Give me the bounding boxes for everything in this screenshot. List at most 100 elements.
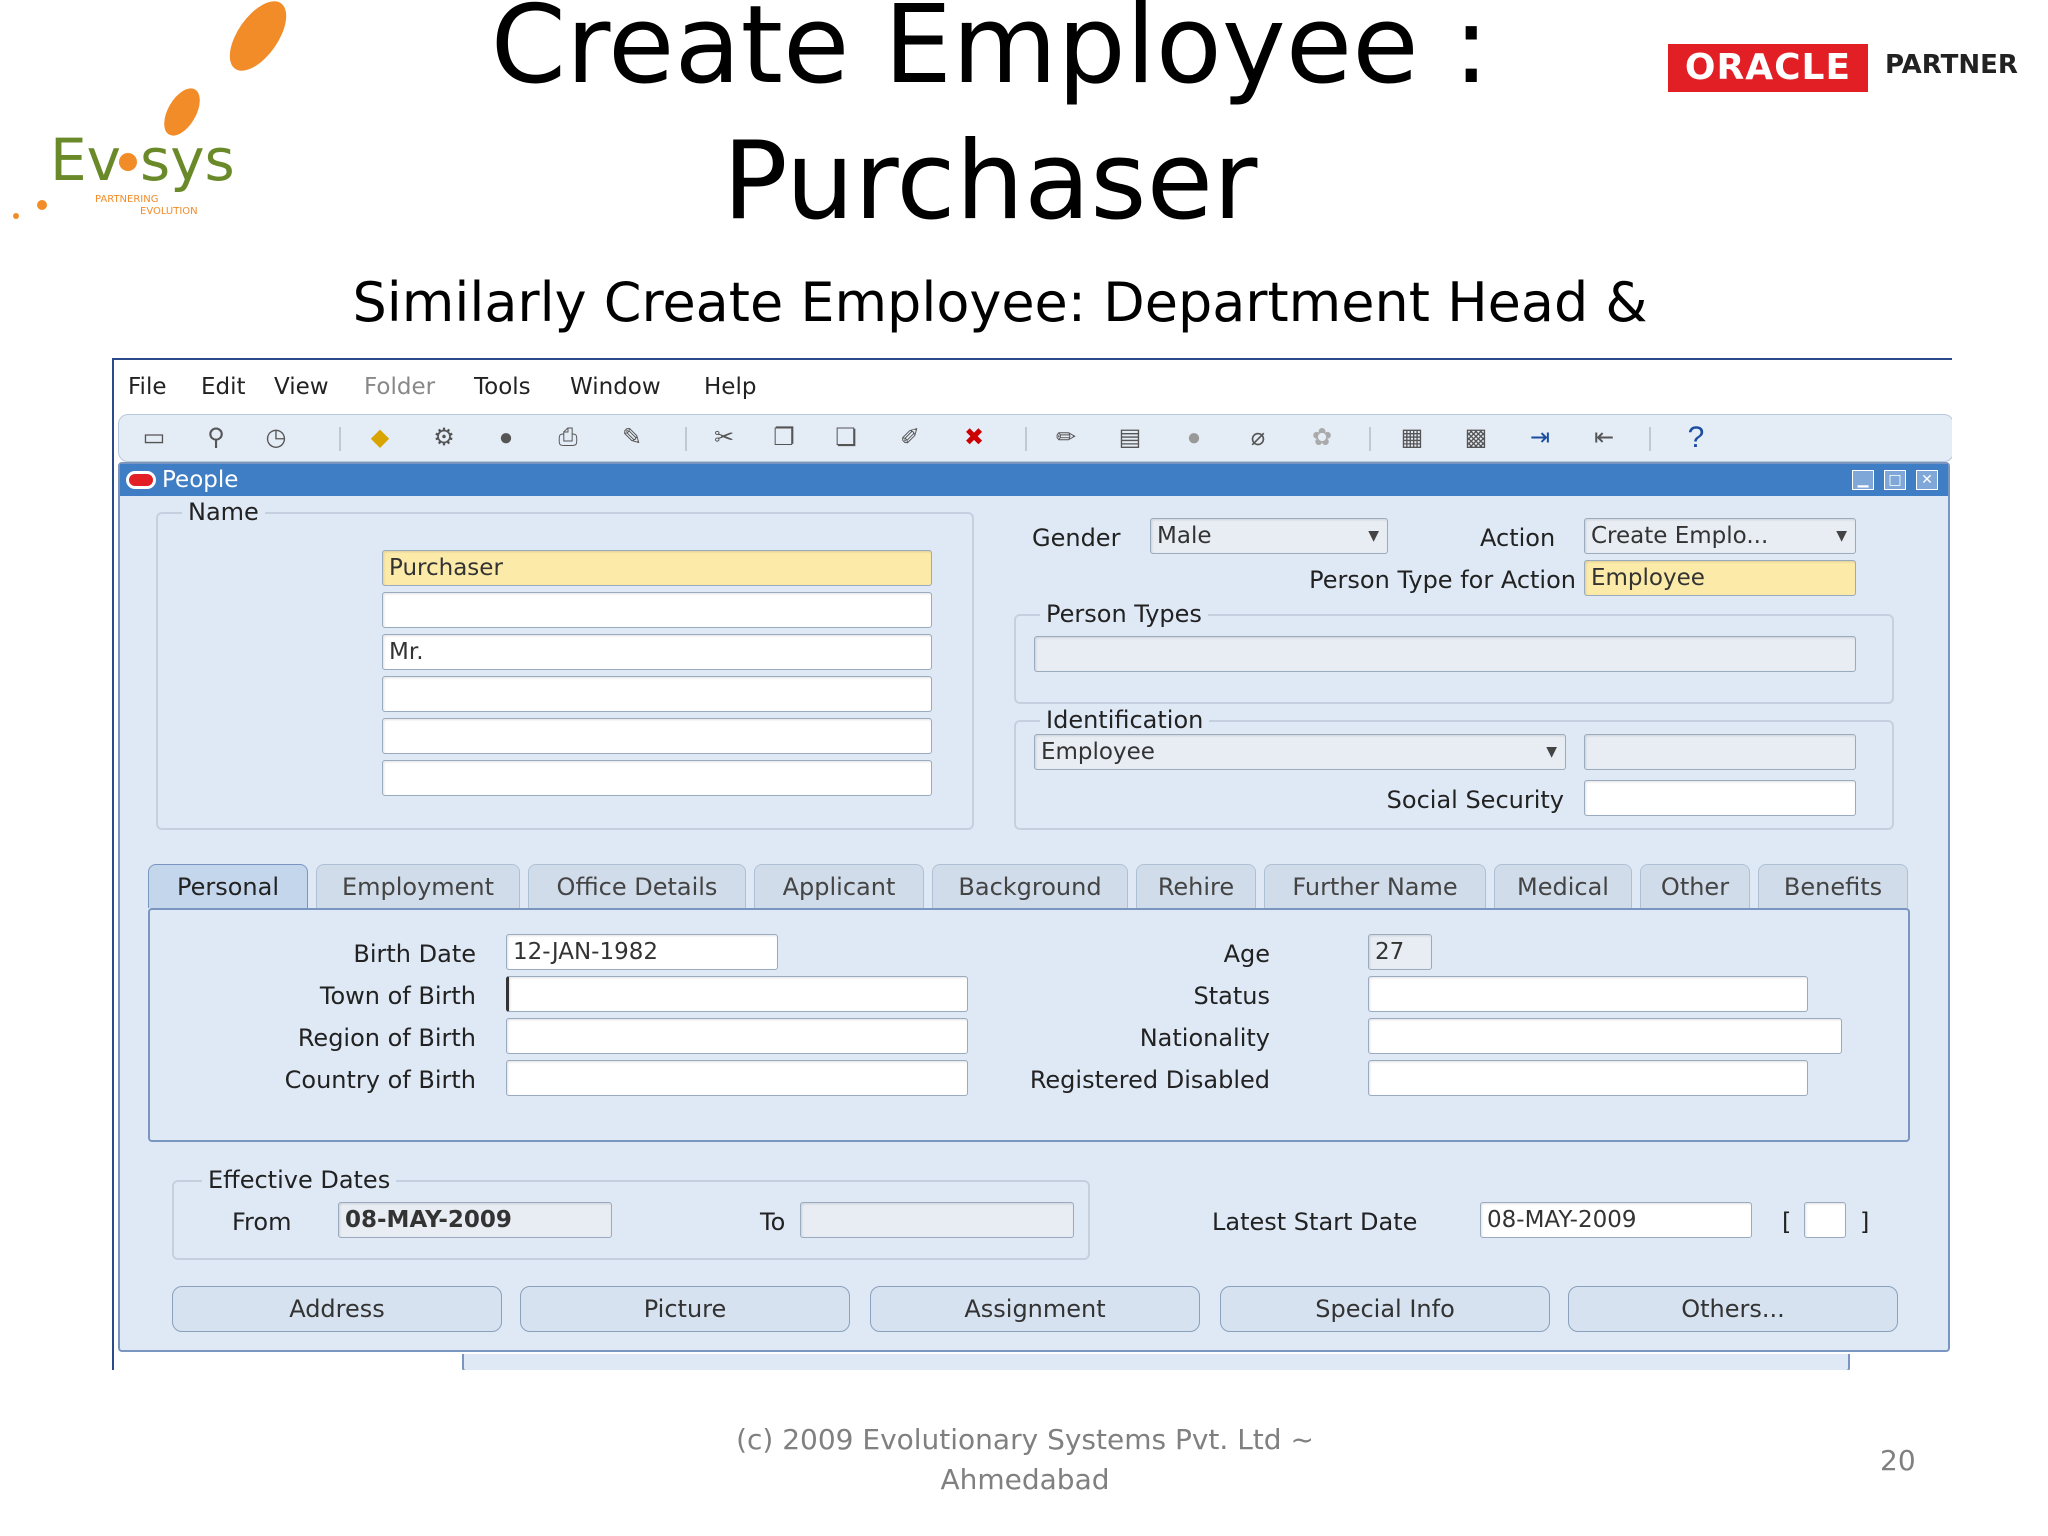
- slide-footer: (c) 2009 Evolutionary Systems Pvt. Ltd ~…: [700, 1420, 1350, 1500]
- attachments-icon[interactable]: ⌀: [1241, 423, 1275, 453]
- calendar-list-icon[interactable]: ▩: [1459, 423, 1493, 453]
- region-of-birth-label: Region of Birth: [297, 1024, 476, 1052]
- switch-responsibility-icon[interactable]: ●: [489, 423, 523, 453]
- page-number: 20: [1880, 1444, 1916, 1477]
- copy-icon[interactable]: ❐: [767, 423, 801, 453]
- find-icon[interactable]: ⚲: [199, 423, 233, 453]
- others-button[interactable]: Others...: [1568, 1286, 1898, 1332]
- to-date-field[interactable]: [800, 1202, 1074, 1238]
- employee-number-field[interactable]: [1584, 734, 1856, 770]
- latest-start-date-field[interactable]: 08-MAY-2009: [1480, 1202, 1752, 1238]
- tab-benefits[interactable]: Benefits: [1758, 864, 1908, 908]
- assignment-button[interactable]: Assignment: [870, 1286, 1200, 1332]
- minimize-icon[interactable]: ▁: [1852, 470, 1874, 490]
- new-record-icon[interactable]: ▭: [137, 423, 171, 453]
- menu-view[interactable]: View: [274, 374, 329, 400]
- menu-help[interactable]: Help: [704, 374, 756, 400]
- gender-label: Gender: [1032, 524, 1121, 552]
- special-info-button[interactable]: Special Info: [1220, 1286, 1550, 1332]
- tab-applicant[interactable]: Applicant: [754, 864, 924, 908]
- flexfield[interactable]: [1804, 1202, 1846, 1238]
- tab-employment[interactable]: Employment: [316, 864, 520, 908]
- close-form-icon[interactable]: ✎: [615, 423, 649, 453]
- tab-personal[interactable]: Personal: [148, 864, 308, 908]
- action-label: Action: [1480, 524, 1556, 552]
- navigator-icon[interactable]: ◷: [259, 423, 293, 453]
- region-of-birth-field[interactable]: [506, 1018, 968, 1054]
- maximize-icon[interactable]: □: [1884, 470, 1906, 490]
- edit-field-icon[interactable]: ✏: [1049, 423, 1083, 453]
- paste-icon[interactable]: ❏: [829, 423, 863, 453]
- picture-button[interactable]: Picture: [520, 1286, 850, 1332]
- identification-select[interactable]: Employee ▼: [1034, 734, 1566, 770]
- close-icon[interactable]: ✕: [1916, 470, 1938, 490]
- country-of-birth-field[interactable]: [506, 1060, 968, 1096]
- delete-record-icon[interactable]: ✖: [957, 423, 991, 453]
- identification-value: Employee: [1041, 739, 1155, 765]
- folder-tools-icon[interactable]: ✿: [1305, 423, 1339, 453]
- registered-disabled-field[interactable]: [1368, 1060, 1808, 1096]
- slide-title-line1: Create Employee :: [490, 0, 1490, 108]
- next-step-icon[interactable]: ⚙: [427, 423, 461, 453]
- nationality-label: Nationality: [1139, 1024, 1270, 1052]
- toolbar: ▭ ⚲ ◷ ◆ ⚙ ● ⎙ ✎ ✂ ❐ ❏ ✐ ✖ ✏ ▤ ● ⌀ ✿ ▦ ▩ …: [118, 414, 1952, 462]
- menu-folder[interactable]: Folder: [364, 374, 435, 400]
- menu-file[interactable]: File: [128, 374, 167, 400]
- social-security-field[interactable]: [1584, 780, 1856, 816]
- save-icon[interactable]: ◆: [363, 423, 397, 453]
- clear-record-icon[interactable]: ✐: [893, 423, 927, 453]
- first-name-field[interactable]: [382, 592, 932, 628]
- svg-text:EVOLUTION: EVOLUTION: [140, 206, 198, 217]
- evosys-logo: Ev sys PARTNERING EVOLUTION: [13, 1, 287, 219]
- address-button[interactable]: Address: [172, 1286, 502, 1332]
- action-select[interactable]: Create Emplo... ▼: [1584, 518, 1856, 554]
- person-types-title: Person Types: [1040, 600, 1208, 628]
- svg-text:sys: sys: [140, 126, 235, 194]
- last-name-field[interactable]: Purchaser: [382, 550, 932, 586]
- bracket-open: [: [1782, 1208, 1792, 1236]
- nationality-field[interactable]: [1368, 1018, 1842, 1054]
- tab-other[interactable]: Other: [1640, 864, 1750, 908]
- tab-background[interactable]: Background: [932, 864, 1128, 908]
- tab-rehire[interactable]: Rehire: [1136, 864, 1256, 908]
- menu-edit[interactable]: Edit: [201, 374, 246, 400]
- people-window: People ▁ □ ✕ Name Last Purchaser First T…: [118, 462, 1950, 1352]
- tab-medical[interactable]: Medical: [1494, 864, 1632, 908]
- slide-title-line2: Purchaser: [722, 119, 1258, 244]
- oracle-logo: ORACLE: [1668, 44, 1868, 92]
- identification-title: Identification: [1040, 706, 1210, 734]
- help-icon[interactable]: ?: [1679, 423, 1713, 453]
- menu-tools[interactable]: Tools: [474, 374, 531, 400]
- oracle-forms-screenshot: File Edit View Folder Tools Window Help …: [112, 358, 1952, 1370]
- action-value: Create Emplo...: [1591, 523, 1769, 549]
- from-date-field[interactable]: 08-MAY-2009: [338, 1202, 612, 1238]
- menu-window[interactable]: Window: [570, 374, 661, 400]
- print-icon[interactable]: ⎙: [551, 423, 585, 453]
- cut-icon[interactable]: ✂: [707, 423, 741, 453]
- slide-title: Create Employee : Purchaser: [440, 0, 1540, 250]
- calendar-icon[interactable]: ▦: [1395, 423, 1429, 453]
- person-type-action-field[interactable]: Employee: [1584, 560, 1856, 596]
- translations-icon[interactable]: ●: [1177, 423, 1211, 453]
- suffix-field[interactable]: [382, 718, 932, 754]
- personal-tab-panel: Birth Date 12-JAN-1982 Town of Birth Reg…: [148, 908, 1910, 1142]
- age-label: Age: [1223, 940, 1270, 968]
- name-group-title: Name: [182, 498, 265, 526]
- status-field[interactable]: [1368, 976, 1808, 1012]
- tab-office-details[interactable]: Office Details: [528, 864, 746, 908]
- effective-dates-title: Effective Dates: [202, 1166, 397, 1194]
- import-icon[interactable]: ⇤: [1587, 423, 1621, 453]
- latest-start-date-label: Latest Start Date: [1212, 1208, 1418, 1236]
- zoom-icon[interactable]: ▤: [1113, 423, 1147, 453]
- age-field[interactable]: 27: [1368, 934, 1432, 970]
- birth-date-field[interactable]: 12-JAN-1982: [506, 934, 778, 970]
- to-label: To: [760, 1208, 786, 1236]
- export-icon[interactable]: ⇥: [1523, 423, 1557, 453]
- title-field[interactable]: Mr.: [382, 634, 932, 670]
- town-of-birth-field[interactable]: [506, 976, 968, 1012]
- prefix-field[interactable]: [382, 676, 932, 712]
- gender-select[interactable]: Male ▼: [1150, 518, 1388, 554]
- person-types-field[interactable]: [1034, 636, 1856, 672]
- middle-name-field[interactable]: [382, 760, 932, 796]
- tab-further-name[interactable]: Further Name: [1264, 864, 1486, 908]
